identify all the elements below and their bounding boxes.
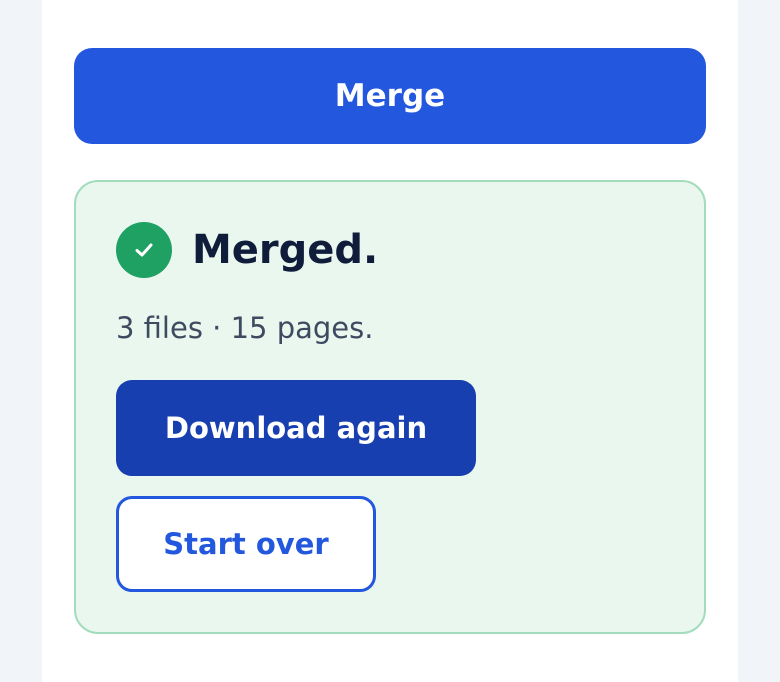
merge-result-card: Merged. 3 files · 15 pages. Download aga…	[74, 180, 706, 634]
result-title: Merged.	[192, 227, 379, 273]
start-over-button[interactable]: Start over	[116, 496, 376, 592]
merge-tool-page: Merge Merged. 3 files · 15 pages. Downlo…	[0, 0, 780, 682]
tool-panel: Merge Merged. 3 files · 15 pages. Downlo…	[42, 0, 738, 682]
download-again-button[interactable]: Download again	[116, 380, 476, 476]
check-circle-icon	[116, 222, 172, 278]
result-summary: 3 files · 15 pages.	[116, 311, 374, 345]
merge-button[interactable]: Merge	[74, 48, 706, 144]
